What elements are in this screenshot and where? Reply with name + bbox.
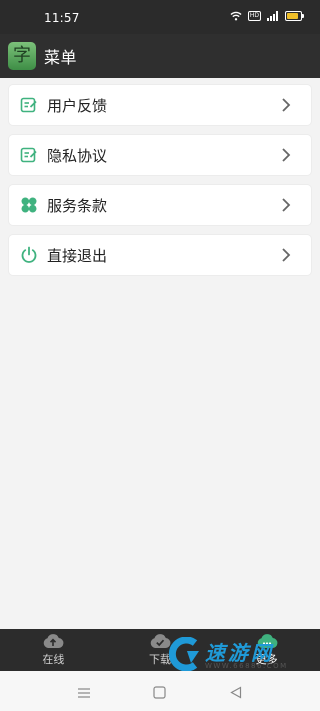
chevron-right-icon <box>281 197 291 217</box>
edit-note-icon <box>19 145 39 165</box>
menu-item-user-feedback[interactable]: 用户反馈 <box>9 85 311 125</box>
menu-item-label: 隐私协议 <box>47 146 108 165</box>
menu-item-exit[interactable]: 直接退出 <box>9 235 311 275</box>
menu-item-terms-of-service[interactable]: 服务条款 <box>9 185 311 225</box>
hd-icon: HD <box>247 11 261 21</box>
app-screen: 11:57 HD 字 菜单 用户反馈 隐私协议 服务条款 直接退出 在线 下载 … <box>0 0 320 711</box>
signal-icon <box>267 11 279 21</box>
chevron-right-icon <box>281 147 291 167</box>
edit-note-icon <box>19 95 39 115</box>
home-square-icon[interactable] <box>153 684 166 703</box>
tab-online[interactable]: 在线 <box>0 629 107 671</box>
battery-level-fill <box>287 13 298 19</box>
watermark-logo-icon <box>165 636 205 675</box>
watermark: 速游网 WWW.66886.COM <box>165 636 315 672</box>
power-icon <box>19 245 39 265</box>
four-leaf-icon <box>19 195 39 215</box>
status-icons: HD <box>230 11 304 21</box>
status-time: 11:57 <box>44 11 80 25</box>
menu-item-privacy-policy[interactable]: 隐私协议 <box>9 135 311 175</box>
menu-lines-icon[interactable] <box>77 684 91 703</box>
battery-icon <box>285 11 304 21</box>
menu-item-label: 用户反馈 <box>47 96 108 115</box>
chevron-right-icon <box>281 97 291 117</box>
chevron-right-icon <box>281 247 291 267</box>
wifi-icon <box>230 11 242 21</box>
watermark-url: WWW.66886.COM <box>205 662 288 670</box>
page-title: 菜单 <box>44 48 78 67</box>
system-nav-bar <box>0 671 320 711</box>
app-header: 字 菜单 <box>0 34 320 78</box>
cloud-upload-icon <box>42 633 64 649</box>
tab-label: 在线 <box>42 653 65 666</box>
menu-item-label: 服务条款 <box>47 196 108 215</box>
back-triangle-icon[interactable] <box>230 684 242 703</box>
app-logo: 字 <box>8 42 36 70</box>
menu-list: 用户反馈 隐私协议 服务条款 直接退出 <box>9 85 311 285</box>
menu-item-label: 直接退出 <box>47 246 108 265</box>
app-logo-glyph: 字 <box>13 45 31 66</box>
status-bar: 11:57 HD <box>0 0 320 34</box>
